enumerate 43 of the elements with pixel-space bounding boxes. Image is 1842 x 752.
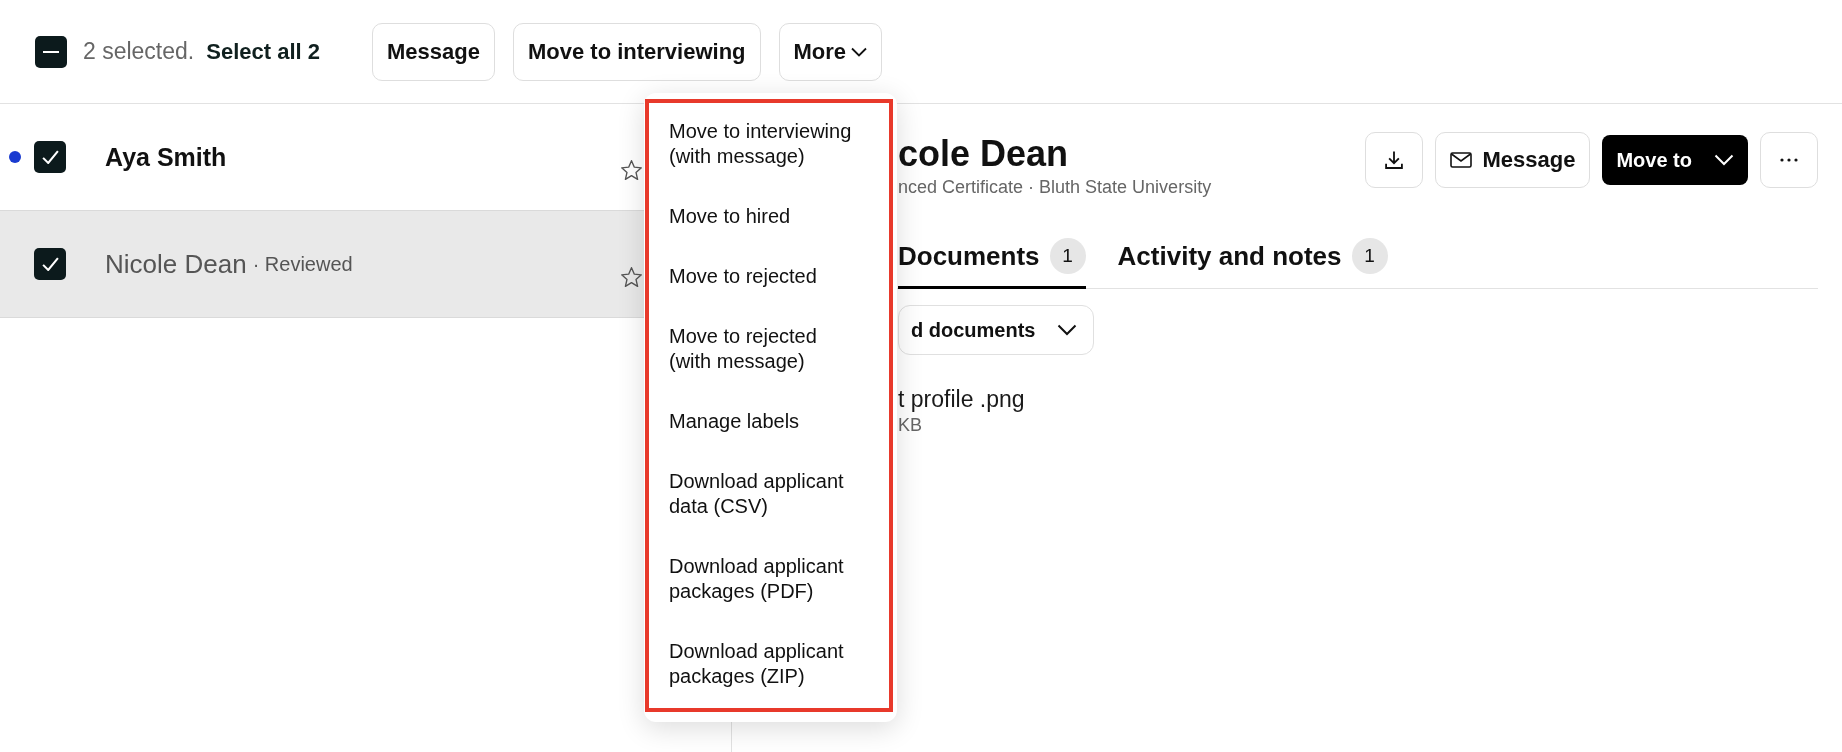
- applicant-name: Nicole Dean: [105, 248, 247, 280]
- star-icon[interactable]: [621, 267, 642, 287]
- count-badge: 1: [1351, 238, 1388, 274]
- count-badge: 1: [1049, 238, 1086, 274]
- tab[interactable]: Documents 1: [898, 226, 1086, 289]
- documents-dropdown[interactable]: d documents: [898, 305, 1095, 355]
- checkmark-icon: [41, 150, 59, 164]
- menu-item[interactable]: Download applicant packages (ZIP): [649, 623, 889, 708]
- star-icon[interactable]: [621, 160, 642, 180]
- tab[interactable]: Activity and notes 1: [1117, 226, 1388, 289]
- menu-item[interactable]: Download applicant data (CSV): [649, 453, 889, 538]
- bulk-action-button[interactable]: Move to interviewing: [512, 22, 761, 81]
- select-all-link[interactable]: Select all 2: [206, 38, 320, 65]
- move-to-button[interactable]: Move to: [1602, 135, 1748, 185]
- ellipsis-icon: [1780, 158, 1798, 162]
- menu-item[interactable]: Move to interviewing (with message): [649, 103, 889, 188]
- row-checkbox[interactable]: [34, 248, 66, 280]
- menu-item[interactable]: Move to rejected: [649, 248, 889, 308]
- message-button[interactable]: Message: [1435, 132, 1591, 188]
- applicant-title: cole Dean: [898, 132, 1070, 176]
- applicant-row[interactable]: Nicole Dean · Reviewed: [0, 211, 644, 318]
- file-name[interactable]: t profile .png: [898, 385, 1818, 413]
- applicant-status: · Reviewed: [252, 252, 353, 276]
- select-all-checkbox[interactable]: [35, 35, 67, 68]
- file-size: KB: [898, 414, 923, 437]
- checkmark-icon: [41, 257, 59, 271]
- download-button[interactable]: [1365, 132, 1424, 188]
- row-checkbox[interactable]: [34, 141, 66, 173]
- applicant-name: Aya Smith: [105, 142, 227, 172]
- minus-icon: [43, 50, 59, 53]
- menu-item[interactable]: Move to hired: [649, 188, 889, 248]
- menu-item[interactable]: Move to rejected (with message): [649, 308, 889, 393]
- chevron-down-icon: [1714, 154, 1734, 166]
- menu-item[interactable]: Download applicant packages (PDF): [649, 538, 889, 623]
- bulk-action-button[interactable]: Message: [372, 22, 495, 81]
- selection-count: 2 selected.: [83, 38, 195, 65]
- envelope-icon: [1450, 152, 1473, 168]
- download-icon: [1385, 151, 1404, 169]
- menu-item[interactable]: Manage labels: [649, 393, 889, 453]
- caret-icon: [851, 46, 868, 57]
- more-dropdown-button[interactable]: More: [778, 22, 883, 81]
- chevron-down-icon: [1057, 324, 1078, 336]
- applicant-subtitle: nced Certificate · Bluth State University: [898, 176, 1212, 199]
